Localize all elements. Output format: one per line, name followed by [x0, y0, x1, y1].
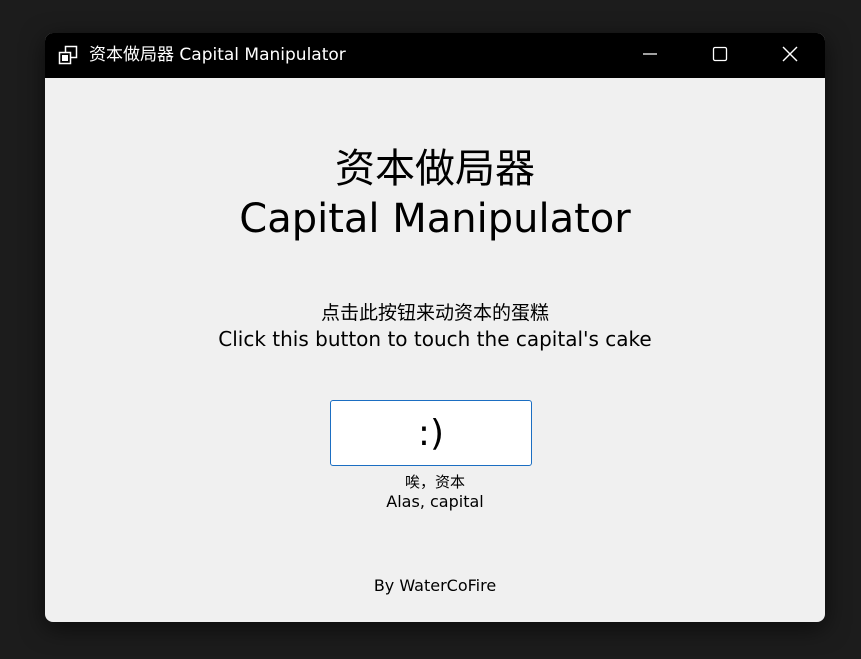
close-icon — [781, 45, 799, 67]
heading-english: Capital Manipulator — [239, 196, 631, 242]
close-button[interactable] — [755, 33, 825, 78]
button-caption-english: Alas, capital — [386, 492, 484, 511]
window-title: 资本做局器 Capital Manipulator — [89, 45, 346, 65]
client-area: 资本做局器 Capital Manipulator 点击此按钮来动资本的蛋糕 C… — [45, 78, 825, 622]
app-icon — [58, 45, 78, 65]
maximize-icon — [712, 46, 728, 66]
instruction-chinese: 点击此按钮来动资本的蛋糕 — [320, 302, 549, 324]
heading-chinese: 资本做局器 — [335, 146, 535, 192]
smiley-button[interactable]: :) — [330, 400, 532, 466]
title-bar[interactable]: 资本做局器 Capital Manipulator — [45, 33, 825, 78]
maximize-button[interactable] — [685, 33, 755, 78]
instruction-english: Click this button to touch the capital's… — [218, 327, 652, 351]
minimize-icon — [642, 46, 658, 66]
button-caption-chinese: 唉，资本 — [404, 473, 465, 491]
app-window: 资本做局器 Capital Manipulator 资本做局器 Capital … — [45, 33, 825, 622]
author-credit: By WaterCoFire — [373, 576, 497, 595]
minimize-button[interactable] — [615, 33, 685, 78]
